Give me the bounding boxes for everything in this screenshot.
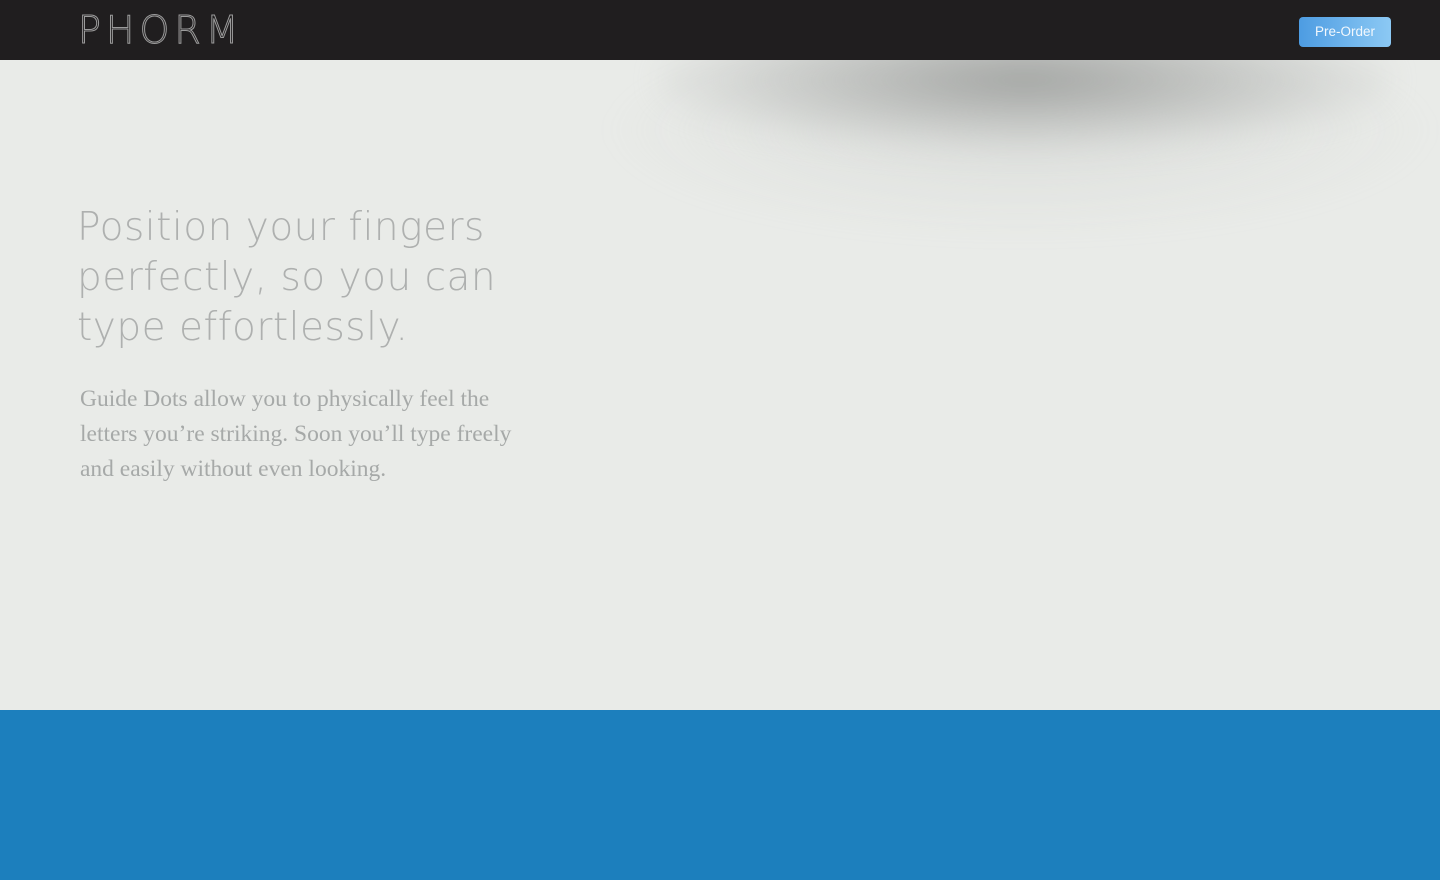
hero-headline: Position your fingers perfectly, so you … [77, 205, 497, 350]
hero-description: Guide Dots allow you to physically feel … [80, 386, 512, 482]
top-navigation-bar: PHORM Pre-Order [0, 0, 1440, 60]
brand-logo[interactable]: PHORM [78, 7, 244, 53]
pre-order-button[interactable]: Pre-Order [1299, 17, 1391, 47]
blue-feature-band [0, 710, 1440, 880]
hero-section: Position your fingers perfectly, so you … [0, 60, 1440, 710]
